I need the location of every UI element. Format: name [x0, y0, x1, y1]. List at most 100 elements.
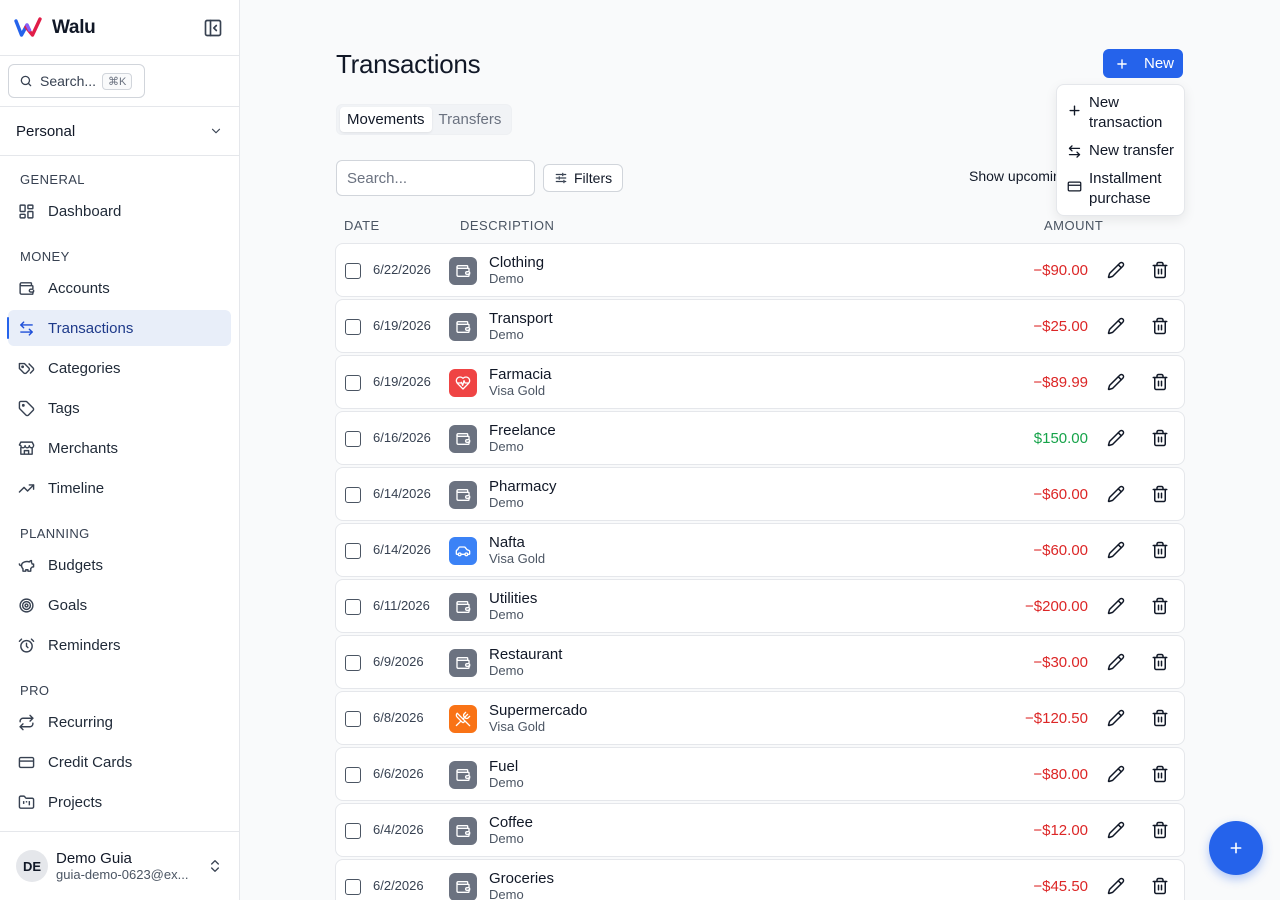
sidebar-item-goals[interactable]: Goals — [8, 587, 231, 623]
row-name: Fuel — [489, 758, 519, 775]
sidebar-item-budgets[interactable]: Budgets — [8, 547, 231, 583]
plus-icon — [1069, 105, 1080, 116]
user-menu[interactable]: DE Demo Guia guia-demo-0623@ex... — [0, 831, 239, 900]
trash-icon[interactable] — [1151, 429, 1169, 447]
sidebar-item-merchants[interactable]: Merchants — [8, 430, 231, 466]
new-button[interactable]: New — [1103, 49, 1183, 78]
tab-transfers[interactable]: Transfers — [432, 107, 509, 132]
wallet-icon — [456, 265, 471, 277]
row-name: Groceries — [489, 870, 555, 887]
trash-icon[interactable] — [1151, 765, 1169, 783]
quick-add-fab[interactable] — [1209, 821, 1263, 875]
trash-icon[interactable] — [1151, 485, 1169, 503]
trash-icon[interactable] — [1151, 597, 1169, 615]
row-category-icon — [449, 369, 477, 397]
pencil-icon[interactable] — [1107, 317, 1125, 335]
table-row[interactable]: 6/19/2026 Farmacia Visa Gold −$89.99 — [335, 355, 1185, 409]
pencil-icon[interactable] — [1107, 821, 1125, 839]
table-row[interactable]: 6/6/2026 Fuel Demo −$80.00 — [335, 747, 1185, 801]
filters-button[interactable]: Filters — [543, 164, 623, 192]
table-row[interactable]: 6/19/2026 Transport Demo −$25.00 — [335, 299, 1185, 353]
row-checkbox[interactable] — [345, 431, 361, 447]
menu-item-new-transfer[interactable]: New transfer — [1057, 141, 1184, 161]
menu-item-label: New transaction — [1089, 93, 1162, 133]
sidebar-item-accounts[interactable]: Accounts — [8, 270, 231, 306]
pencil-icon[interactable] — [1107, 597, 1125, 615]
trash-icon[interactable] — [1151, 261, 1169, 279]
row-account: Demo — [489, 439, 524, 454]
row-checkbox[interactable] — [345, 599, 361, 615]
table-row[interactable]: 6/8/2026 Supermercado Visa Gold −$120.50 — [335, 691, 1185, 745]
row-account: Demo — [489, 271, 524, 286]
table-row[interactable]: 6/14/2026 Pharmacy Demo −$60.00 — [335, 467, 1185, 521]
pencil-icon[interactable] — [1107, 485, 1125, 503]
sidebar-item-label: Credit Cards — [48, 753, 133, 771]
pencil-icon[interactable] — [1107, 541, 1125, 559]
sidebar-item-projects[interactable]: Projects — [8, 784, 231, 820]
table-row[interactable]: 6/16/2026 Freelance Demo $150.00 — [335, 411, 1185, 465]
sidebar-item-tags[interactable]: Tags — [8, 390, 231, 426]
trash-icon[interactable] — [1151, 373, 1169, 391]
table-row[interactable]: 6/14/2026 Nafta Visa Gold −$60.00 — [335, 523, 1185, 577]
menu-item-new-transaction[interactable]: New transaction — [1057, 93, 1184, 133]
row-checkbox[interactable] — [345, 767, 361, 783]
sidebar-item-timeline[interactable]: Timeline — [8, 470, 231, 506]
table-row[interactable]: 6/2/2026 Groceries Demo −$45.50 — [335, 859, 1185, 900]
pencil-icon[interactable] — [1107, 765, 1125, 783]
row-checkbox[interactable] — [345, 375, 361, 391]
row-name: Coffee — [489, 814, 533, 831]
column-header-date[interactable]: Date — [344, 218, 380, 233]
sidebar-search-button[interactable]: Search... ⌘K — [8, 64, 145, 98]
row-checkbox[interactable] — [345, 487, 361, 503]
column-header-amount[interactable]: Amount — [1044, 218, 1103, 233]
pencil-icon[interactable] — [1107, 877, 1125, 895]
row-date: 6/16/2026 — [373, 430, 431, 445]
table-row[interactable]: 6/4/2026 Coffee Demo −$12.00 — [335, 803, 1185, 857]
sidebar-item-transactions[interactable]: Transactions — [7, 310, 231, 346]
sidebar-item-categories[interactable]: Categories — [8, 350, 231, 386]
row-amount: −$89.99 — [1033, 374, 1088, 391]
column-header-description[interactable]: Description — [460, 218, 554, 233]
sidebar-item-credit-cards[interactable]: Credit Cards — [8, 744, 231, 780]
tab-movements[interactable]: Movements — [340, 107, 432, 132]
trash-icon[interactable] — [1151, 709, 1169, 727]
row-description: Transport Demo — [489, 310, 553, 343]
row-checkbox[interactable] — [345, 543, 361, 559]
brand-header: Walu — [0, 0, 239, 56]
trash-icon[interactable] — [1151, 317, 1169, 335]
pencil-icon[interactable] — [1107, 709, 1125, 727]
row-date: 6/19/2026 — [373, 374, 431, 389]
nav-section-general: General — [20, 172, 85, 187]
sidebar-collapse-icon[interactable] — [203, 18, 223, 38]
menu-item-installment-purchase[interactable]: Installment purchase — [1057, 169, 1184, 209]
row-date: 6/11/2026 — [373, 598, 430, 613]
table-row[interactable]: 6/9/2026 Restaurant Demo −$30.00 — [335, 635, 1185, 689]
row-description: Nafta Visa Gold — [489, 534, 545, 567]
table-row[interactable]: 6/11/2026 Utilities Demo −$200.00 — [335, 579, 1185, 633]
row-checkbox[interactable] — [345, 263, 361, 279]
row-date: 6/6/2026 — [373, 766, 424, 781]
menu-item-label-line1: New — [1089, 94, 1120, 111]
row-account: Visa Gold — [489, 383, 546, 398]
transactions-search-input[interactable] — [336, 160, 535, 196]
row-checkbox[interactable] — [345, 711, 361, 727]
sidebar-item-reminders[interactable]: Reminders — [8, 627, 231, 663]
pencil-icon[interactable] — [1107, 429, 1125, 447]
sidebar-item-dashboard[interactable]: Dashboard — [8, 193, 231, 229]
row-checkbox[interactable] — [345, 879, 361, 895]
sidebar-item-recurring[interactable]: Recurring — [8, 704, 231, 740]
trash-icon[interactable] — [1151, 541, 1169, 559]
show-upcoming-toggle[interactable]: Show upcomin — [969, 168, 1061, 184]
row-checkbox[interactable] — [345, 319, 361, 335]
pencil-icon[interactable] — [1107, 373, 1125, 391]
trash-icon[interactable] — [1151, 653, 1169, 671]
table-row[interactable]: 6/22/2026 Clothing Demo −$90.00 — [335, 243, 1185, 297]
pencil-icon[interactable] — [1107, 653, 1125, 671]
workspace-selector[interactable]: Personal — [0, 107, 239, 156]
row-checkbox[interactable] — [345, 655, 361, 671]
pencil-icon[interactable] — [1107, 261, 1125, 279]
trash-icon[interactable] — [1151, 821, 1169, 839]
row-checkbox[interactable] — [345, 823, 361, 839]
sidebar-item-label: Dashboard — [48, 202, 122, 220]
trash-icon[interactable] — [1151, 877, 1169, 895]
